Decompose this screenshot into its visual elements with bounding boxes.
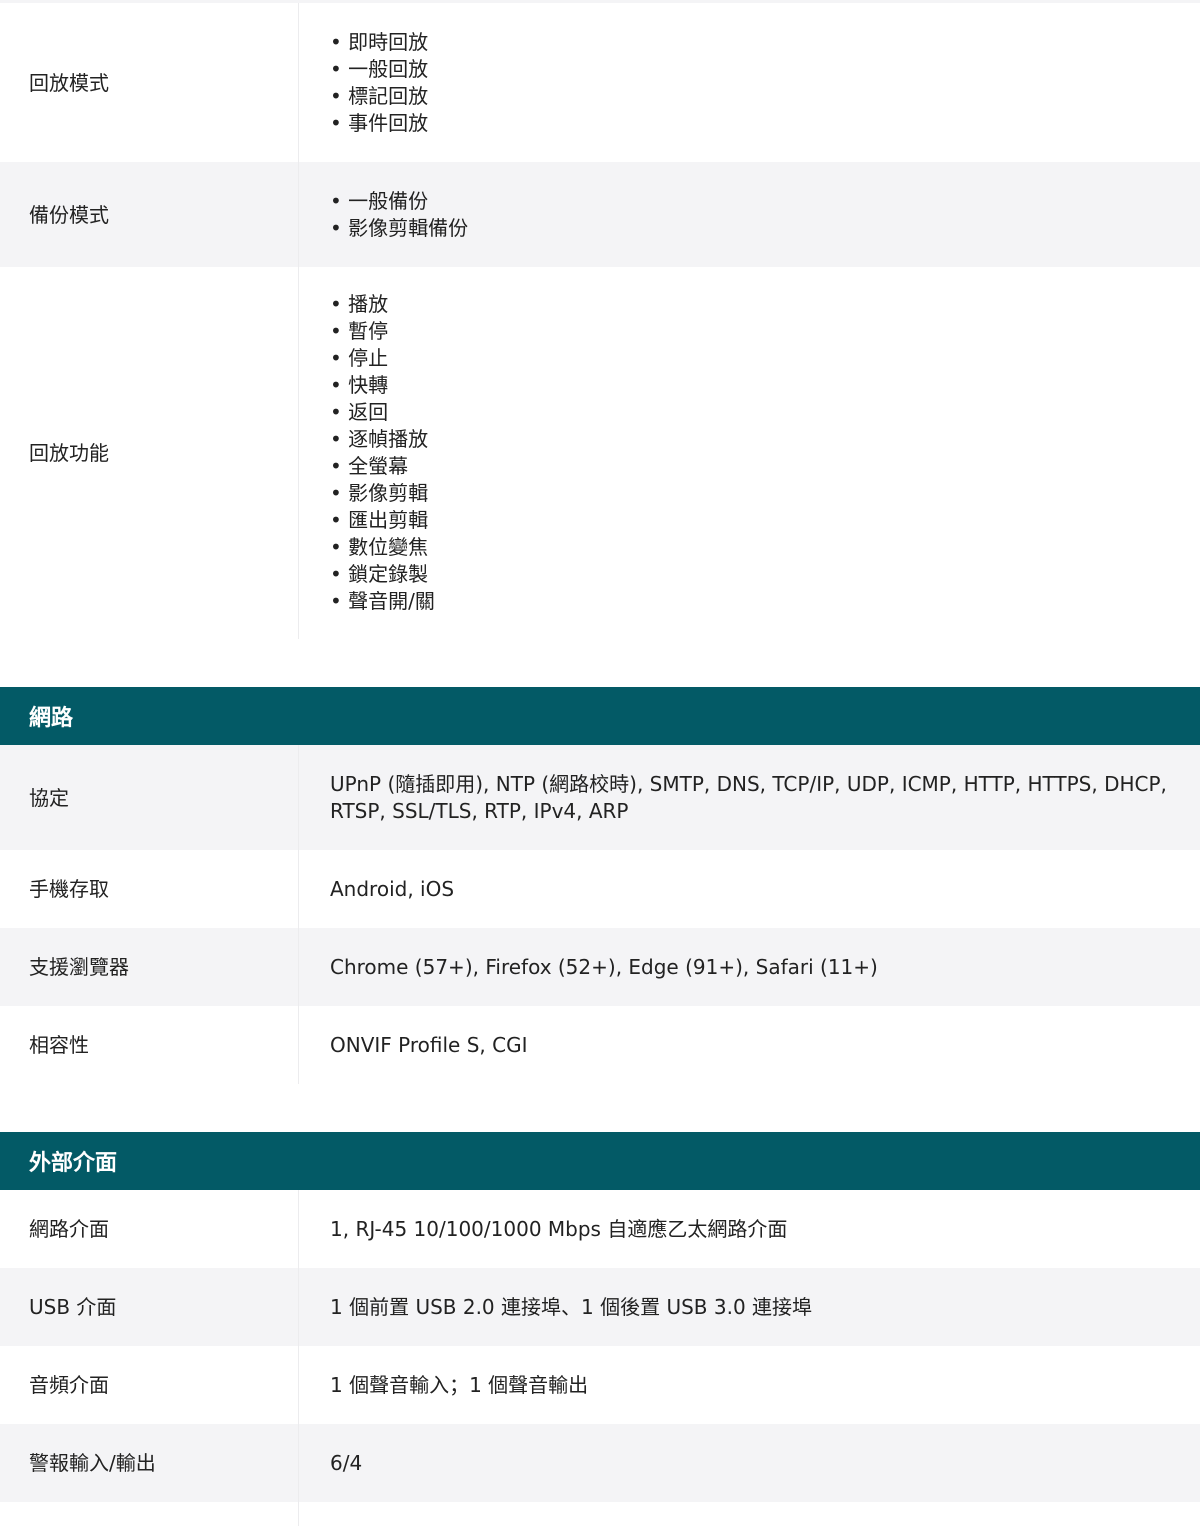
spec-row-compatibility: 相容性 ONVIF Profile S, CGI — [0, 1006, 1200, 1084]
spec-row-alarm-io: 警報輸入/輸出 6/4 — [0, 1424, 1200, 1502]
list-item: 暫停 — [330, 318, 1170, 345]
list-item: 快轉 — [330, 372, 1170, 399]
list-item: 全螢幕 — [330, 453, 1170, 480]
spec-label-empty — [0, 1502, 299, 1526]
spec-row-audio-interface: 音頻介面 1 個聲音輸入；1 個聲音輸出 — [0, 1346, 1200, 1424]
list-item: 事件回放 — [330, 110, 1170, 137]
bullet-list: 一般備份 影像剪輯備份 — [330, 188, 1170, 242]
spec-value: 即時回放 一般回放 標記回放 事件回放 — [299, 29, 1200, 137]
list-item: 播放 — [330, 291, 1170, 318]
spec-value: Android, iOS — [330, 876, 455, 901]
spec-row-browsers: 支援瀏覽器 Chrome (57+), Firefox (52+), Edge … — [0, 928, 1200, 1006]
spec-value: UPnP (隨插即用), NTP (網路校時), SMTP, DNS, TCP/… — [330, 771, 1167, 823]
spec-value: 一般備份 影像剪輯備份 — [299, 188, 1200, 242]
list-item: 標記回放 — [330, 83, 1170, 110]
spec-row-playback-functions: 回放功能 播放 暫停 停止 快轉 返回 逐幀播放 全螢幕 影像剪輯 匯出剪輯 數… — [0, 267, 1200, 639]
section-header-external-interface: 外部介面 — [0, 1132, 1200, 1190]
list-item: 即時回放 — [330, 29, 1170, 56]
spec-row-partial — [0, 1502, 1200, 1526]
spec-label: 協定 — [0, 745, 299, 850]
spec-row-usb-interface: USB 介面 1 個前置 USB 2.0 連接埠、1 個後置 USB 3.0 連… — [0, 1268, 1200, 1346]
list-item: 停止 — [330, 345, 1170, 372]
section-header-network: 網路 — [0, 687, 1200, 745]
bullet-list: 即時回放 一般回放 標記回放 事件回放 — [330, 29, 1170, 137]
spec-value: 1, RJ-45 10/100/1000 Mbps 自適應乙太網路介面 — [330, 1216, 788, 1241]
section-spacer — [0, 639, 1200, 687]
list-item: 一般備份 — [330, 188, 1170, 215]
spec-label: 手機存取 — [0, 850, 299, 928]
spec-row-playback-mode: 回放模式 即時回放 一般回放 標記回放 事件回放 — [0, 3, 1200, 162]
list-item: 逐幀播放 — [330, 426, 1170, 453]
list-item: 鎖定錄製 — [330, 561, 1170, 588]
spec-table: 回放模式 即時回放 一般回放 標記回放 事件回放 備份模式 一般備份 影像剪輯備… — [0, 0, 1200, 1526]
spec-row-protocol: 協定 UPnP (隨插即用), NTP (網路校時), SMTP, DNS, T… — [0, 745, 1200, 850]
list-item: 數位變焦 — [330, 534, 1170, 561]
spec-value: Chrome (57+), Firefox (52+), Edge (91+),… — [330, 954, 878, 979]
spec-label: 相容性 — [0, 1006, 299, 1084]
spec-value: 1 個前置 USB 2.0 連接埠、1 個後置 USB 3.0 連接埠 — [330, 1294, 813, 1319]
spec-value: 6/4 — [330, 1450, 363, 1475]
list-item: 影像剪輯 — [330, 480, 1170, 507]
spec-label: 網路介面 — [0, 1190, 299, 1268]
spec-label: USB 介面 — [0, 1268, 299, 1346]
spec-value: 1 個聲音輸入；1 個聲音輸出 — [330, 1372, 589, 1397]
spec-row-mobile-access: 手機存取 Android, iOS — [0, 850, 1200, 928]
section-spacer — [0, 1084, 1200, 1132]
spec-row-backup-mode: 備份模式 一般備份 影像剪輯備份 — [0, 162, 1200, 267]
list-item: 聲音開/關 — [330, 588, 1170, 615]
list-item: 影像剪輯備份 — [330, 215, 1170, 242]
list-item: 返回 — [330, 399, 1170, 426]
spec-label: 支援瀏覽器 — [0, 928, 299, 1006]
spec-label: 回放模式 — [0, 3, 299, 162]
bullet-list: 播放 暫停 停止 快轉 返回 逐幀播放 全螢幕 影像剪輯 匯出剪輯 數位變焦 鎖… — [330, 291, 1170, 615]
spec-value: 播放 暫停 停止 快轉 返回 逐幀播放 全螢幕 影像剪輯 匯出剪輯 數位變焦 鎖… — [299, 291, 1200, 615]
list-item: 匯出剪輯 — [330, 507, 1170, 534]
list-item: 一般回放 — [330, 56, 1170, 83]
spec-value: ONVIF Profile S, CGI — [330, 1032, 528, 1057]
spec-row-network-interface: 網路介面 1, RJ-45 10/100/1000 Mbps 自適應乙太網路介面 — [0, 1190, 1200, 1268]
spec-label: 備份模式 — [0, 162, 299, 267]
spec-label: 音頻介面 — [0, 1346, 299, 1424]
spec-label: 回放功能 — [0, 267, 299, 639]
spec-label: 警報輸入/輸出 — [0, 1424, 299, 1502]
